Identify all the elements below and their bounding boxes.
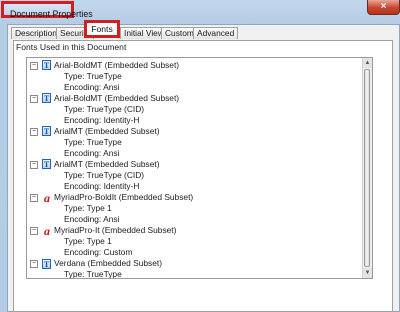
collapse-icon[interactable]: −: [30, 94, 38, 103]
collapse-icon[interactable]: −: [30, 260, 38, 269]
font-type: Type: Type 1: [64, 236, 112, 247]
font-name[interactable]: ArialMT (Embedded Subset): [54, 159, 160, 170]
truetype-icon: T: [42, 159, 51, 170]
collapse-icon[interactable]: −: [30, 61, 38, 70]
scroll-thumb[interactable]: [364, 69, 370, 267]
fonts-tree[interactable]: ▲ ▼ − T Arial-BoldMT (Embedded Subset) Type…: [26, 57, 373, 279]
font-type: Type: TrueType: [64, 269, 122, 279]
scroll-up-icon[interactable]: ▲: [363, 58, 372, 68]
tab-advanced[interactable]: Advanced: [193, 27, 239, 39]
font-encoding: Encoding: Custom: [64, 247, 133, 258]
font-name[interactable]: Verdana (Embedded Subset): [54, 258, 162, 269]
font-encoding: Encoding: Ansi: [64, 214, 120, 225]
truetype-icon: T: [42, 258, 51, 269]
font-name[interactable]: MyriadPro-It (Embedded Subset): [54, 225, 176, 236]
font-type: Type: Type 1: [64, 203, 112, 214]
window-title-highlight: Document Properties: [1, 1, 93, 19]
font-encoding: Encoding: Ansi: [64, 81, 120, 92]
type1-icon: a: [44, 223, 50, 238]
close-icon: ×: [380, 1, 387, 12]
type1-icon: a: [44, 190, 50, 205]
font-type: Type: TrueType (CID): [64, 170, 145, 180]
font-type: Type: TrueType (CID): [64, 103, 145, 114]
collapse-icon[interactable]: −: [30, 194, 38, 203]
font-name[interactable]: ArialMT (Embedded Subset): [54, 126, 160, 137]
window-title: Document Properties: [10, 9, 93, 19]
font-type: Type: TrueType: [64, 136, 122, 147]
document-properties-window: Document Properties × Description Securi…: [0, 0, 400, 312]
font-encoding: Encoding: Identity-H: [64, 181, 140, 192]
font-type: Type: TrueType: [64, 70, 122, 81]
scroll-down-icon[interactable]: ▼: [363, 268, 372, 278]
font-name[interactable]: Arial-BoldMT (Embedded Subset): [54, 60, 179, 71]
font-encoding: Encoding: Identity-H: [64, 114, 140, 125]
font-name[interactable]: Arial-BoldMT (Embedded Subset): [54, 93, 179, 104]
font-name[interactable]: MyriadPro-BoldIt (Embedded Subset): [54, 192, 193, 203]
close-button[interactable]: ×: [367, 0, 400, 15]
truetype-icon: T: [42, 93, 51, 104]
tab-description[interactable]: Description: [11, 27, 61, 39]
collapse-icon[interactable]: −: [30, 160, 38, 169]
tab-fonts[interactable]: Fonts: [84, 20, 120, 38]
tree-scrollbar[interactable]: ▲ ▼: [362, 58, 372, 278]
font-encoding: Encoding: Ansi: [64, 147, 120, 158]
fonts-section-label: Fonts Used in this Document: [16, 42, 127, 52]
truetype-icon: T: [42, 60, 51, 70]
collapse-icon[interactable]: −: [30, 127, 38, 136]
truetype-icon: T: [42, 126, 51, 137]
collapse-icon[interactable]: −: [30, 227, 38, 236]
